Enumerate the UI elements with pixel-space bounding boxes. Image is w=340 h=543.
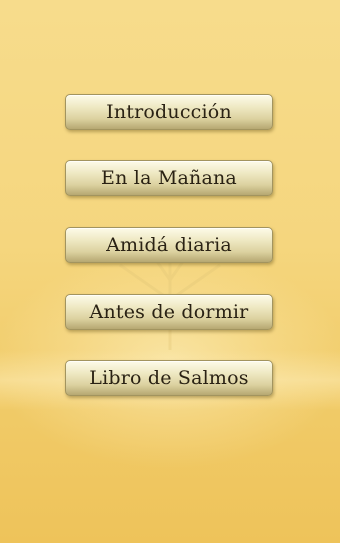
menu-button-label: Antes de dormir (89, 301, 249, 323)
menu-button-label: Introducción (106, 101, 232, 123)
menu-button-label: En la Mañana (101, 167, 237, 189)
background-tree-illustration (119, 229, 221, 350)
menu-button-en-la-manana[interactable]: En la Mañana (65, 160, 273, 196)
menu-button-libro-de-salmos[interactable]: Libro de Salmos (65, 360, 273, 396)
menu-button-label: Libro de Salmos (89, 367, 249, 389)
menu-button-antes-de-dormir[interactable]: Antes de dormir (65, 294, 273, 330)
app-screen: Introducción En la Mañana Amidá diaria A… (0, 0, 340, 543)
menu-button-label: Amidá diaria (106, 234, 232, 256)
menu-button-introduccion[interactable]: Introducción (65, 94, 273, 130)
menu-button-amida-diaria[interactable]: Amidá diaria (65, 227, 273, 263)
